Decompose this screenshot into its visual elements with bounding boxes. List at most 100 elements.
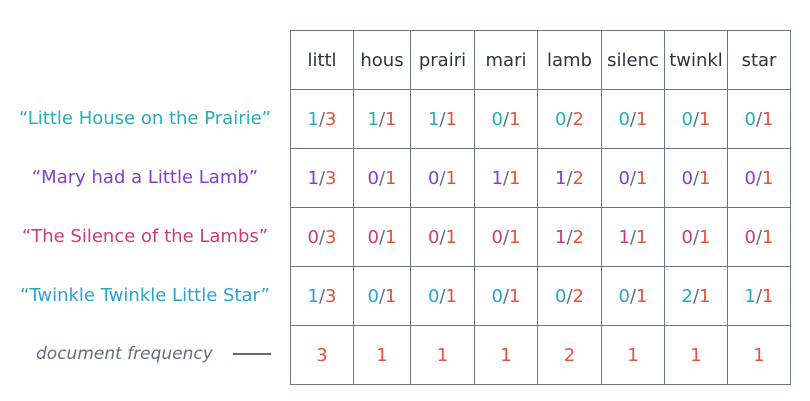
term-count: 0	[744, 167, 756, 189]
count-cell: 0/1	[664, 207, 728, 267]
count-cell: 0/1	[474, 207, 538, 267]
count-cell: 0/2	[537, 89, 602, 149]
term-count: 0	[428, 167, 440, 189]
term-count: 0	[744, 108, 756, 130]
count-cell: 1/1	[601, 207, 665, 267]
term-count: 2	[681, 285, 693, 307]
document-title: “Mary had a Little Lamb”	[31, 167, 259, 188]
document-frequency-denominator: 1	[445, 167, 457, 189]
term-count: 1	[307, 167, 319, 189]
document-frequency-denominator: 1	[385, 226, 397, 248]
count-cell: 0/1	[353, 207, 411, 267]
term-document-matrix: littl hous prairi mari lamb silenc twink…	[290, 30, 791, 385]
document-frequency-denominator: 2	[572, 226, 584, 248]
count-cell: 1/1	[410, 89, 475, 149]
count-cell: 0/1	[727, 207, 791, 267]
count-cell: 0/1	[727, 148, 791, 208]
document-frequency-denominator: 1	[509, 226, 521, 248]
column-header: hous	[353, 30, 411, 90]
document-frequency-label: document frequency	[36, 344, 213, 364]
term-count: 0	[618, 285, 630, 307]
frequency-cell: 2	[537, 325, 602, 385]
count-cell: 1/3	[290, 148, 354, 208]
count-cell: 0/3	[290, 207, 354, 267]
count-cell: 1/1	[727, 266, 791, 326]
count-cell: 0/1	[601, 148, 665, 208]
term-count: 0	[491, 285, 503, 307]
term-count: 1	[555, 167, 567, 189]
count-cell: 2/1	[664, 266, 728, 326]
document-frequency-denominator: 3	[325, 108, 337, 130]
document-frequency-denominator: 1	[636, 226, 648, 248]
column-header: silenc	[601, 30, 665, 90]
document-title: “Little House on the Prairie”	[18, 108, 272, 129]
count-cell: 0/1	[410, 148, 475, 208]
term-count: 1	[367, 108, 379, 130]
document-frequency-denominator: 1	[762, 167, 774, 189]
count-cell: 0/1	[353, 148, 411, 208]
frequency-cell: 1	[727, 325, 791, 385]
count-cell: 0/1	[474, 266, 538, 326]
document-frequency-denominator: 2	[572, 108, 584, 130]
document-frequency-denominator: 1	[445, 285, 457, 307]
document-title-list: “Little House on the Prairie” “Mary had …	[0, 89, 290, 325]
term-count: 1	[744, 285, 756, 307]
term-count: 0	[618, 167, 630, 189]
term-count: 0	[744, 226, 756, 248]
document-frequency-connector	[233, 353, 271, 355]
term-count: 0	[428, 285, 440, 307]
term-count: 1	[307, 108, 319, 130]
term-count: 0	[555, 108, 567, 130]
document-frequency-denominator: 1	[636, 108, 648, 130]
column-header: littl	[290, 30, 354, 90]
count-cell: 0/1	[601, 266, 665, 326]
frequency-cell: 1	[410, 325, 475, 385]
term-count: 0	[618, 108, 630, 130]
term-count: 1	[307, 285, 319, 307]
table-row: 0/3 0/1 0/1 0/1 1/2 1/1 0/1 0/1	[290, 207, 791, 267]
count-cell: 1/1	[353, 89, 411, 149]
document-frequency-denominator: 1	[385, 285, 397, 307]
term-count: 1	[428, 108, 440, 130]
document-frequency-denominator: 1	[762, 285, 774, 307]
document-title: “Twinkle Twinkle Little Star”	[20, 285, 270, 306]
document-frequency-denominator: 1	[699, 226, 711, 248]
count-cell: 1/2	[537, 148, 602, 208]
count-cell: 0/1	[664, 89, 728, 149]
column-header: twinkl	[664, 30, 728, 90]
term-count: 1	[491, 167, 503, 189]
header-row: littl hous prairi mari lamb silenc twink…	[290, 30, 791, 90]
document-frequency-denominator: 1	[385, 167, 397, 189]
count-cell: 0/1	[410, 266, 475, 326]
document-frequency-denominator: 1	[699, 285, 711, 307]
count-cell: 0/1	[474, 89, 538, 149]
term-count: 1	[618, 226, 630, 248]
count-cell: 0/1	[353, 266, 411, 326]
document-frequency-denominator: 1	[699, 167, 711, 189]
term-count: 0	[555, 285, 567, 307]
count-cell: 1/3	[290, 89, 354, 149]
column-header: lamb	[537, 30, 602, 90]
frequency-cell: 1	[664, 325, 728, 385]
term-count: 0	[491, 226, 503, 248]
document-frequency-denominator: 3	[325, 285, 337, 307]
document-frequency-denominator: 1	[385, 108, 397, 130]
frequency-cell: 3	[290, 325, 354, 385]
column-header: star	[727, 30, 791, 90]
frequency-cell: 1	[601, 325, 665, 385]
document-frequency-denominator: 1	[636, 167, 648, 189]
document-frequency-denominator: 1	[762, 108, 774, 130]
document-frequency-denominator: 1	[699, 108, 711, 130]
document-frequency-denominator: 3	[325, 226, 337, 248]
term-count: 0	[307, 226, 319, 248]
document-frequency-denominator: 1	[509, 108, 521, 130]
document-frequency-denominator: 1	[636, 285, 648, 307]
document-frequency-denominator: 1	[509, 285, 521, 307]
document-frequency-denominator: 1	[509, 167, 521, 189]
term-count: 0	[367, 226, 379, 248]
document-frequency-denominator: 1	[445, 226, 457, 248]
count-cell: 0/1	[601, 89, 665, 149]
table-row: 1/3 0/1 0/1 1/1 1/2 0/1 0/1 0/1	[290, 148, 791, 208]
column-header: prairi	[410, 30, 475, 90]
document-frequency-denominator: 3	[325, 167, 337, 189]
